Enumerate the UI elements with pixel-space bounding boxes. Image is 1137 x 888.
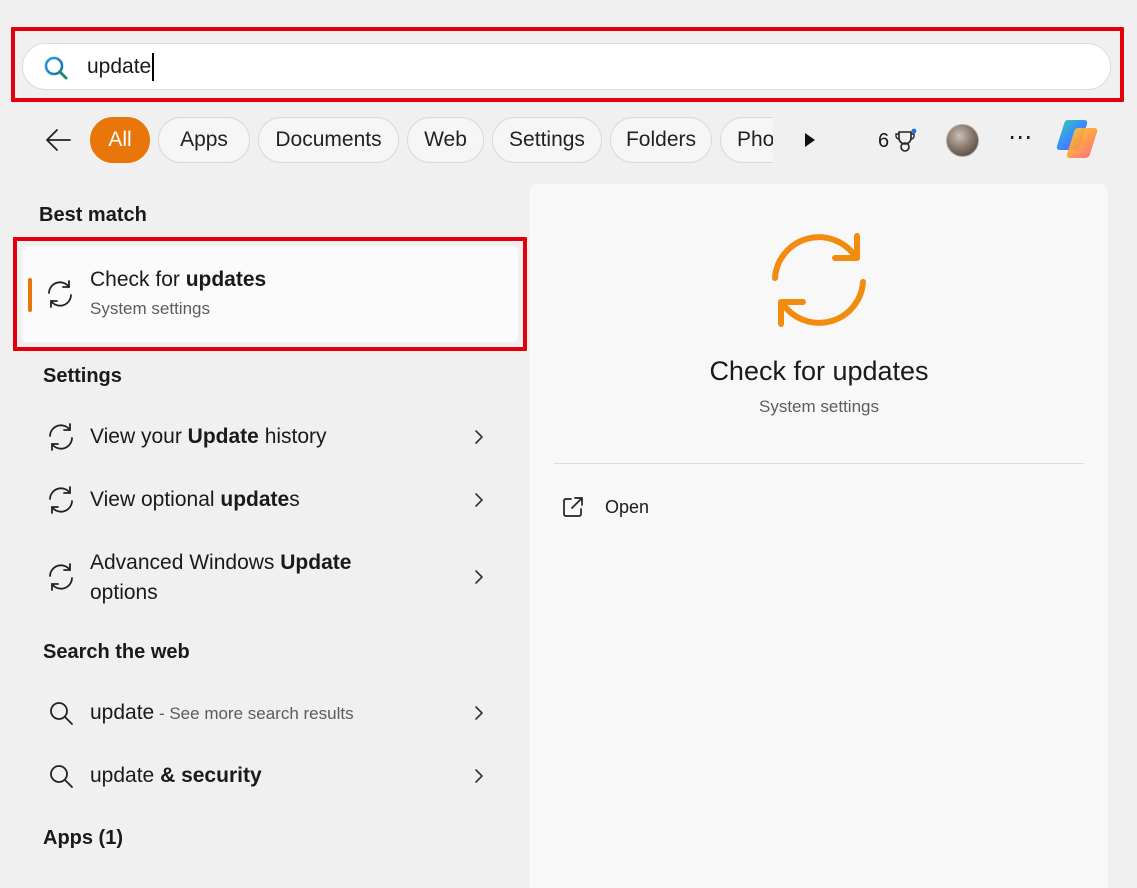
search-icon <box>50 702 73 725</box>
chevron-right-icon <box>475 493 483 507</box>
best-match-title-bold: updates <box>185 268 267 291</box>
filter-chip-web[interactable]: Web <box>407 117 484 163</box>
search-icon <box>44 56 68 80</box>
web-result-label: update - See more search results <box>90 698 354 729</box>
filter-chip-apps[interactable]: Apps <box>158 117 250 163</box>
back-button[interactable] <box>40 122 76 158</box>
best-match-subtitle: System settings <box>90 299 210 318</box>
filter-chip-settings[interactable]: Settings <box>492 117 602 163</box>
chevron-right-icon <box>475 706 483 720</box>
play-arrow-icon <box>805 133 815 147</box>
search-icon <box>50 765 73 788</box>
best-match-title-prefix: Check for <box>90 268 186 291</box>
search-bar[interactable] <box>22 43 1111 90</box>
search-web-heading: Search the web <box>43 641 190 663</box>
label-bold: Update <box>280 551 352 574</box>
filter-chip-folders[interactable]: Folders <box>610 117 712 163</box>
label-bold: Update <box>187 425 259 448</box>
settings-result-label-line2: options <box>90 581 158 604</box>
settings-result-label: View optional updates <box>90 485 300 515</box>
divider <box>554 463 1084 464</box>
open-external-icon <box>563 497 583 517</box>
open-button[interactable]: Open <box>560 488 760 526</box>
label-post: s <box>289 488 300 511</box>
label-bold: & security <box>160 764 262 787</box>
points-count: 6 <box>878 129 890 152</box>
more-options-button[interactable]: ⋯ <box>1005 124 1035 156</box>
label-post: history <box>258 425 327 448</box>
selection-indicator <box>28 278 32 312</box>
arrow-left-icon <box>46 129 71 151</box>
sync-icon-large <box>772 233 866 327</box>
sync-icon <box>48 280 72 308</box>
settings-result-label: View your Update history <box>90 422 327 452</box>
settings-result-label: Advanced Windows Update <box>90 548 351 578</box>
scroll-filters-button[interactable] <box>795 125 825 155</box>
chevron-right-icon <box>475 769 483 783</box>
web-result-label: update & security <box>90 761 262 791</box>
filter-chip-documents[interactable]: Documents <box>258 117 399 163</box>
filter-chip-photos[interactable]: Photos <box>720 117 773 163</box>
search-input[interactable] <box>87 50 687 84</box>
sync-icon <box>49 423 73 451</box>
chevron-right-icon <box>475 570 483 584</box>
best-match-title: Check for updates <box>90 265 266 295</box>
sync-icon <box>49 486 73 514</box>
label-pre: View your <box>90 425 188 448</box>
sync-icon <box>49 563 73 591</box>
detail-title: Check for updates <box>709 356 929 386</box>
detail-subtitle: System settings <box>759 397 879 416</box>
label-pre: View optional <box>90 488 221 511</box>
filter-chip-all[interactable]: All <box>90 117 150 163</box>
label-pre: update <box>90 764 161 787</box>
filter-chips: AllAppsDocumentsWebSettingsFoldersPhotos <box>90 117 773 163</box>
web-result-hint: - See more search results <box>154 704 354 723</box>
apps-heading: Apps (1) <box>43 827 123 849</box>
open-label: Open <box>605 496 650 517</box>
label-pre: Advanced Windows <box>90 551 281 574</box>
settings-heading: Settings <box>43 365 122 387</box>
text-caret <box>152 53 154 81</box>
chevron-right-icon <box>475 430 483 444</box>
trophy-icon <box>895 128 917 152</box>
rewards-points[interactable]: 6 <box>878 126 919 156</box>
copilot-icon[interactable] <box>1054 116 1104 162</box>
user-avatar[interactable] <box>946 124 979 157</box>
best-match-heading: Best match <box>39 204 147 226</box>
label-pre: update <box>90 701 155 724</box>
label-bold: update <box>220 488 290 511</box>
